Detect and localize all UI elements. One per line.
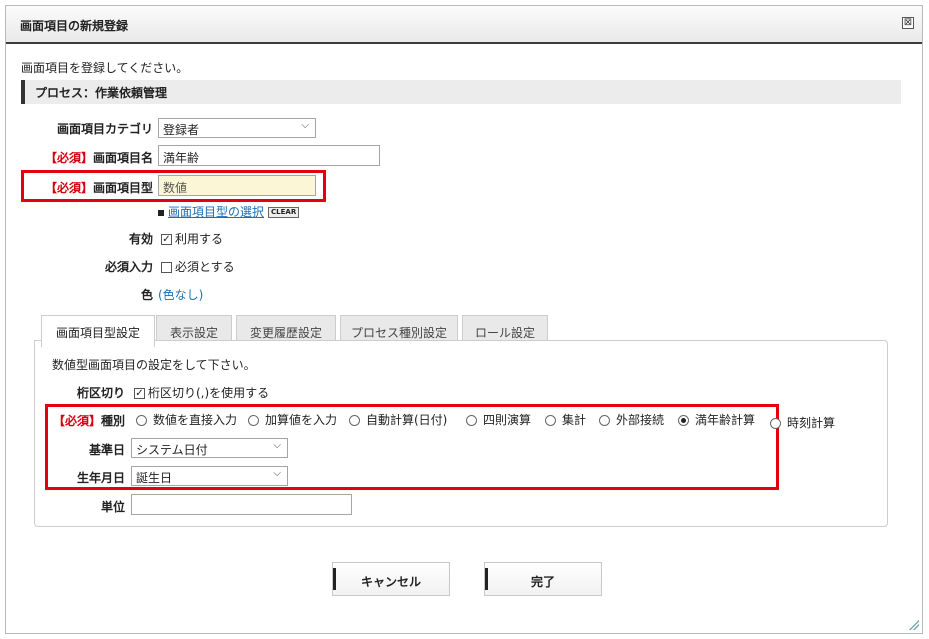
cancel-button[interactable]: キャンセル (332, 562, 450, 596)
birth-date-select[interactable]: 誕生日 ⌵ (131, 466, 288, 486)
kind-option-auto-date[interactable]: 自動計算(日付) (349, 411, 447, 428)
kind-option-external[interactable]: 外部接続 (599, 411, 664, 428)
kind-option-label: 時刻計算 (787, 416, 836, 430)
name-input[interactable]: 満年齢 (158, 145, 380, 166)
kind-option-label: 自動計算(日付) (366, 413, 448, 427)
radio-age[interactable] (678, 415, 689, 426)
type-select-row: 画面項目型の選択 CLEAR (158, 203, 300, 220)
unit-input[interactable] (131, 494, 352, 515)
radio-direct[interactable] (136, 415, 147, 426)
enabled-label: 有効 (128, 232, 153, 246)
birth-date-label: 生年月日 (76, 471, 125, 485)
clear-button[interactable]: CLEAR (268, 207, 300, 218)
base-date-select[interactable]: システム日付 ⌵ (131, 438, 288, 458)
digit-sep-option: ✓ 桁区切り(,)を使用する (134, 384, 269, 401)
radio-auto-date[interactable] (349, 415, 360, 426)
chevron-down-icon: ⌵ (273, 468, 281, 479)
radio-time[interactable] (770, 418, 781, 429)
digit-sep-label: 桁区切り (76, 386, 125, 400)
type-select-link[interactable]: 画面項目型の選択 (168, 205, 264, 219)
kind-option-sum[interactable]: 集計 (545, 411, 586, 428)
panel-description: 数値型画面項目の設定をして下さい。 (52, 358, 256, 372)
kind-option-direct[interactable]: 数値を直接入力 (136, 411, 237, 428)
category-label: 画面項目カテゴリ (56, 122, 153, 136)
kind-option-label: 四則演算 (483, 413, 532, 427)
resize-handle[interactable] (909, 620, 919, 630)
dialog-title: 画面項目の新規登録 (20, 19, 129, 33)
kind-option-label: 加算値を入力 (265, 413, 338, 427)
enabled-option-label: 利用する (175, 232, 224, 246)
enabled-checkbox[interactable]: ✓ (161, 234, 172, 245)
dialog-titlebar: 画面項目の新規登録 ⊠ (6, 6, 922, 44)
color-value[interactable]: (色なし) (158, 286, 203, 303)
chevron-down-icon: ⌵ (273, 440, 281, 451)
required-tag: 【必須】 (44, 151, 93, 165)
kind-option-label: 外部接続 (616, 413, 665, 427)
required-input-option: 必須とする (161, 258, 235, 275)
kind-option-age[interactable]: 満年齢計算 (678, 411, 755, 428)
radio-arith[interactable] (466, 415, 477, 426)
tab-type-settings[interactable]: 画面項目型設定 (41, 315, 155, 347)
required-input-checkbox[interactable] (161, 262, 172, 273)
close-icon[interactable]: ⊠ (902, 17, 914, 29)
name-label: 画面項目名 (92, 151, 153, 165)
bullet-icon (158, 209, 164, 216)
required-input-label: 必須入力 (104, 260, 153, 274)
category-value: 登録者 (163, 123, 200, 137)
chevron-down-icon: ⌵ (301, 120, 309, 131)
digit-sep-option-label: 桁区切り(,)を使用する (148, 386, 270, 400)
base-date-label: 基準日 (88, 443, 125, 457)
kind-option-label: 集計 (562, 413, 587, 427)
unit-label: 単位 (100, 500, 125, 514)
category-select[interactable]: 登録者 ⌵ (158, 118, 316, 138)
required-tag: 【必須】 (52, 414, 101, 428)
instruction-text: 画面項目を登録してください。 (21, 61, 189, 75)
process-header: プロセス：作業依頼管理 (21, 80, 901, 104)
kind-option-add[interactable]: 加算値を入力 (248, 411, 337, 428)
required-input-option-label: 必須とする (175, 260, 235, 274)
radio-external[interactable] (599, 415, 610, 426)
type-input: 数値 (158, 175, 316, 196)
done-button[interactable]: 完了 (484, 562, 602, 596)
enabled-option: ✓ 利用する (161, 230, 223, 247)
color-label: 色 (140, 288, 153, 302)
kind-option-time[interactable]: 時刻計算 (770, 414, 835, 431)
kind-option-arith[interactable]: 四則演算 (466, 411, 531, 428)
kind-label: 種別 (100, 414, 125, 428)
birth-date-value: 誕生日 (136, 471, 173, 485)
radio-sum[interactable] (545, 415, 556, 426)
kind-option-label: 数値を直接入力 (153, 413, 238, 427)
type-label: 画面項目型 (92, 181, 153, 195)
radio-add[interactable] (248, 415, 259, 426)
digit-sep-checkbox[interactable]: ✓ (134, 388, 145, 399)
kind-option-label: 満年齢計算 (695, 413, 756, 427)
required-tag: 【必須】 (44, 181, 93, 195)
base-date-value: システム日付 (136, 443, 208, 457)
